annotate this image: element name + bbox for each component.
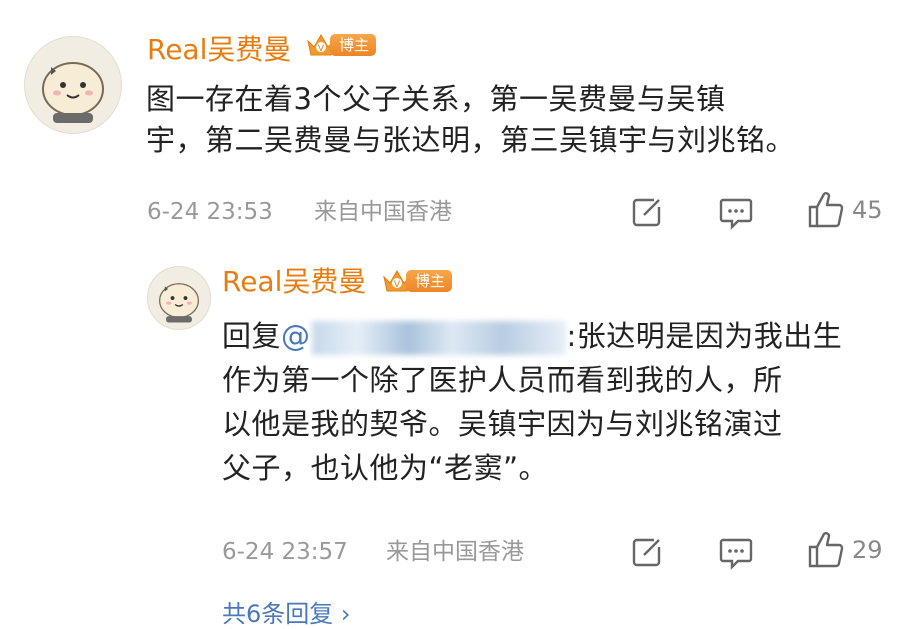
avatar[interactable] (147, 266, 211, 330)
share-icon (632, 538, 661, 567)
reply-location: 来自中国香港 (386, 539, 524, 565)
blogger-badge: V 博主 (306, 32, 377, 58)
comment-icon (719, 538, 753, 570)
reply-text-line: 以他是我的契爷。吴镇宇因为与刘兆铭演过 (222, 407, 783, 441)
share-button[interactable] (630, 535, 664, 569)
share-icon (632, 198, 661, 227)
comment-text-line: 图一存在着3个父子关系，第一吴费曼与吴镇 (146, 82, 726, 116)
avatar[interactable] (24, 36, 122, 134)
comment-button[interactable] (718, 196, 754, 230)
like-icon (808, 532, 844, 568)
comment-text: 图一存在着3个父子关系，第一吴费曼与吴镇 宇，第二吴费曼与张达明，第三吴镇宇与刘… (146, 79, 795, 161)
comment-text-line: 宇，第二吴费曼与张达明，第三吴镇宇与刘兆铭。 (146, 123, 796, 157)
reply-username[interactable]: Real吴费曼 (222, 268, 366, 296)
badge-label: 博主 (330, 34, 377, 56)
mention-link[interactable]: @ (281, 319, 567, 355)
blurred-username (311, 321, 566, 355)
reply-text-line: 作为第一个除了医护人员而看到我的人，所 (222, 363, 783, 397)
reply-prefix: 回复 (222, 319, 282, 353)
like-count: 29 (852, 536, 883, 564)
comment-date: 6-24 23:53 (147, 199, 273, 225)
comment-icon (719, 198, 753, 230)
like-count: 45 (852, 196, 883, 224)
reply-text-line: 回复@ :张达明是因为我出生 (222, 314, 842, 358)
blogger-badge: V 博主 (382, 268, 453, 294)
comment-username[interactable]: Real吴费曼 (147, 36, 291, 64)
badge-label: 博主 (406, 270, 453, 292)
comment-button[interactable] (718, 536, 754, 570)
svg-text:V: V (394, 280, 401, 290)
like-button[interactable]: 29 (806, 530, 883, 570)
reply-text-segment: :张达明是因为我出生 (566, 319, 843, 353)
reply-date: 6-24 23:57 (222, 539, 348, 565)
reply-text-line: 父子，也认他为“老窦”。 (222, 451, 549, 485)
share-button[interactable] (630, 195, 664, 229)
reply-text: 回复@ :张达明是因为我出生 作为第一个除了医护人员而看到我的人，所 以他是我的契… (222, 314, 842, 490)
mention-at: @ (281, 319, 311, 353)
like-button[interactable]: 45 (806, 190, 883, 230)
comment-location: 来自中国香港 (314, 199, 452, 225)
like-icon (808, 192, 844, 228)
svg-text:V: V (318, 44, 325, 54)
